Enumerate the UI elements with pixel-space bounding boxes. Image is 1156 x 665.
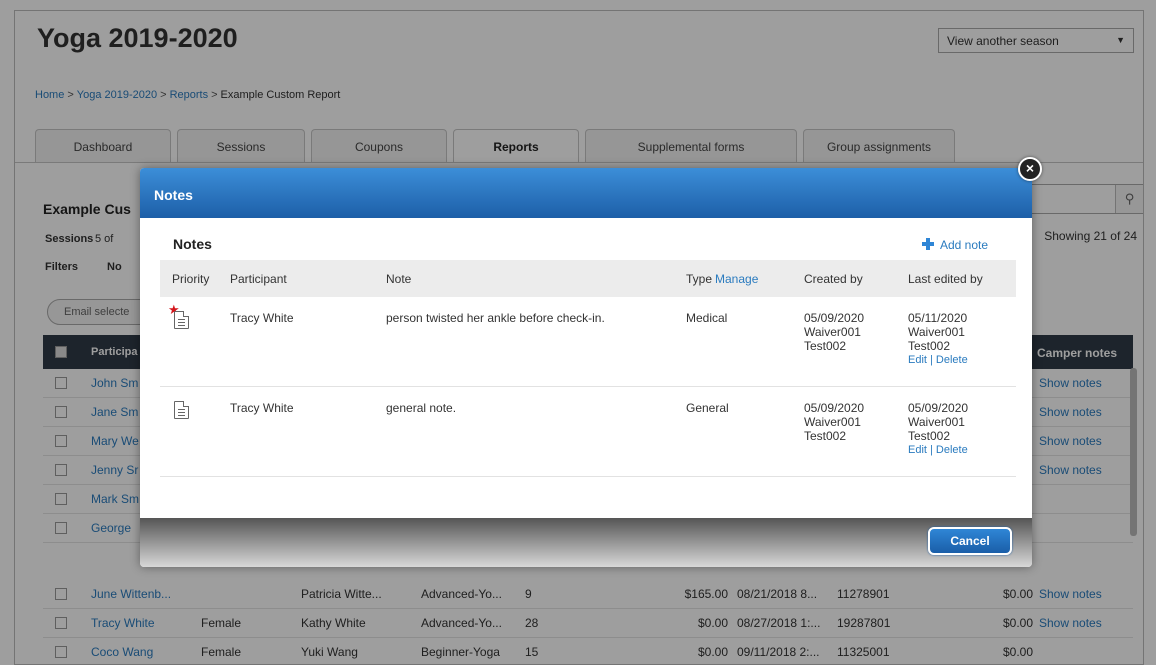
note-participant: Tracy White [230, 311, 294, 325]
close-icon[interactable]: × [1018, 157, 1042, 181]
created-org: Test002 [804, 339, 847, 353]
edited-user: Waiver001 [908, 325, 965, 339]
notes-modal: Notes Notes Add note Priority Participan… [140, 168, 1032, 567]
modal-title: Notes [154, 187, 193, 203]
note-text: general note. [386, 401, 457, 415]
note-document-icon [174, 401, 189, 419]
note-text: person twisted her ankle before check-in… [386, 311, 605, 325]
note-type: Medical [686, 311, 728, 325]
column-type: Type Manage [686, 272, 758, 286]
add-note-label: Add note [940, 238, 989, 252]
notes-heading: Notes [173, 236, 212, 252]
note-last-edited-by: 05/11/2020 Waiver001 Test002 Edit | Dele… [908, 311, 968, 367]
edit-delete-links[interactable]: Edit | Delete [908, 353, 968, 367]
plus-icon [922, 238, 934, 250]
note-created-by: 05/09/2020 Waiver001 Test002 [804, 311, 864, 353]
edited-date: 05/09/2020 [908, 401, 969, 415]
column-created-by: Created by [804, 272, 863, 286]
column-note: Note [386, 272, 412, 286]
edit-delete-links[interactable]: Edit | Delete [908, 443, 968, 457]
created-org: Test002 [804, 429, 847, 443]
created-date: 05/09/2020 [804, 311, 865, 325]
modal-header: Notes [140, 168, 1032, 218]
created-date: 05/09/2020 [804, 401, 865, 415]
note-row: ★ Tracy White person twisted her ankle b… [160, 297, 1016, 387]
column-participant: Participant [230, 272, 287, 286]
note-created-by: 05/09/2020 Waiver001 Test002 [804, 401, 864, 443]
note-type: General [686, 401, 729, 415]
edited-org: Test002 [908, 339, 951, 353]
edited-org: Test002 [908, 429, 951, 443]
edited-date: 05/11/2020 [908, 311, 968, 325]
modal-footer: Cancel [140, 518, 1032, 567]
add-note-button[interactable]: Add note [922, 238, 988, 252]
note-document-icon [174, 311, 189, 329]
manage-types-link[interactable]: Manage [715, 272, 758, 286]
note-row: Tracy White general note. General 05/09/… [160, 387, 1016, 477]
note-last-edited-by: 05/09/2020 Waiver001 Test002 Edit | Dele… [908, 401, 968, 457]
column-last-edited-by: Last edited by [908, 272, 983, 286]
edited-user: Waiver001 [908, 415, 965, 429]
note-participant: Tracy White [230, 401, 294, 415]
cancel-button[interactable]: Cancel [928, 527, 1012, 555]
column-type-label: Type [686, 272, 713, 286]
notes-table-header: Priority Participant Note Type Manage Cre… [160, 260, 1016, 297]
created-user: Waiver001 [804, 415, 861, 429]
created-user: Waiver001 [804, 325, 861, 339]
column-priority: Priority [172, 272, 210, 286]
